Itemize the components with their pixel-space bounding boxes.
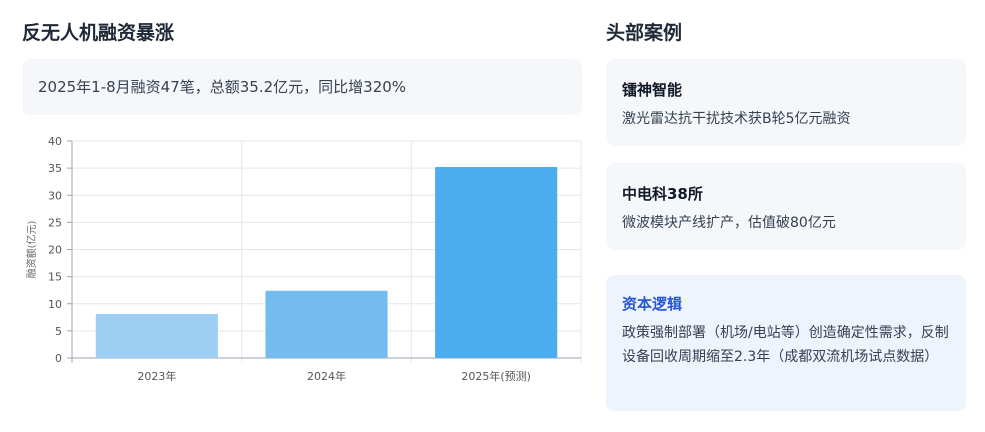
y-axis-label: 融资额(亿元) <box>25 221 38 279</box>
case-title: 资本逻辑 <box>622 295 683 313</box>
y-tick-label: 15 <box>48 271 62 284</box>
y-tick-label: 25 <box>48 216 62 229</box>
bar-1 <box>95 314 218 358</box>
case-text: 微波模块产线扩产，估值破80亿元 <box>622 215 836 231</box>
x-tick-label: 2025年(预测) <box>461 369 531 383</box>
x-tick-label: 2023年 <box>137 369 176 383</box>
case-title: 中电科38所 <box>622 185 703 203</box>
financing-bar-chart: 0 5 10 15 20 25 30 35 40 2023年 2024年 2025年(预测) 融资额(亿… <box>25 135 582 383</box>
case-card-capital-logic: 资本逻辑 政策强制部署（机场/电站等）创造确定性需求，反制设备回收周期缩至2.3… <box>606 275 966 411</box>
y-tick-label: 20 <box>48 244 62 257</box>
case-title: 镭神智能 <box>622 81 683 99</box>
y-tick-label: 40 <box>48 135 62 148</box>
x-tick-label: 2024年 <box>307 369 346 383</box>
y-tick-label: 30 <box>48 189 62 202</box>
y-tick-label: 5 <box>55 325 62 338</box>
y-tick-label: 35 <box>48 162 62 175</box>
left-section-title: 反无人机融资暴涨 <box>22 22 175 44</box>
financing-summary: 2025年1-8月融资47笔，总额35.2亿元，同比增320% <box>22 59 582 115</box>
y-tick-label: 10 <box>48 298 62 311</box>
bar-3 <box>435 167 558 358</box>
case-card-leishen: 镭神智能 激光雷达抗干扰技术获B轮5亿元融资 <box>606 59 966 146</box>
case-text: 政策强制部署（机场/电站等）创造确定性需求，反制设备回收周期缩至2.3年（成都双… <box>622 325 949 365</box>
bar-2 <box>265 290 388 358</box>
y-tick-label: 0 <box>55 352 62 365</box>
case-card-cetc38: 中电科38所 微波模块产线扩产，估值破80亿元 <box>606 163 966 250</box>
case-text: 激光雷达抗干扰技术获B轮5亿元融资 <box>622 111 851 127</box>
right-section-title: 头部案例 <box>606 22 683 44</box>
